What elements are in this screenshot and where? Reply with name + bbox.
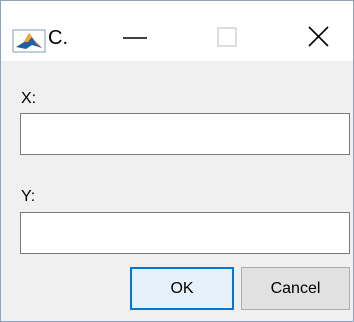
- input-dialog-window: C. X: Y: OK Cancel: [0, 0, 354, 322]
- ok-button[interactable]: OK: [130, 267, 234, 310]
- close-button[interactable]: [287, 15, 347, 59]
- maximize-button[interactable]: [197, 15, 257, 59]
- close-icon: [308, 26, 329, 47]
- minimize-button[interactable]: [105, 15, 165, 59]
- cancel-button[interactable]: Cancel: [241, 267, 350, 310]
- y-label: Y:: [21, 188, 36, 205]
- matlab-icon: [12, 29, 46, 53]
- title-bar[interactable]: C.: [1, 1, 353, 61]
- x-label: X:: [21, 90, 37, 107]
- maximize-icon: [217, 27, 237, 47]
- window-title: C.: [48, 27, 68, 49]
- y-input[interactable]: [20, 212, 350, 254]
- minimize-icon: [123, 37, 147, 39]
- x-input[interactable]: [20, 113, 350, 155]
